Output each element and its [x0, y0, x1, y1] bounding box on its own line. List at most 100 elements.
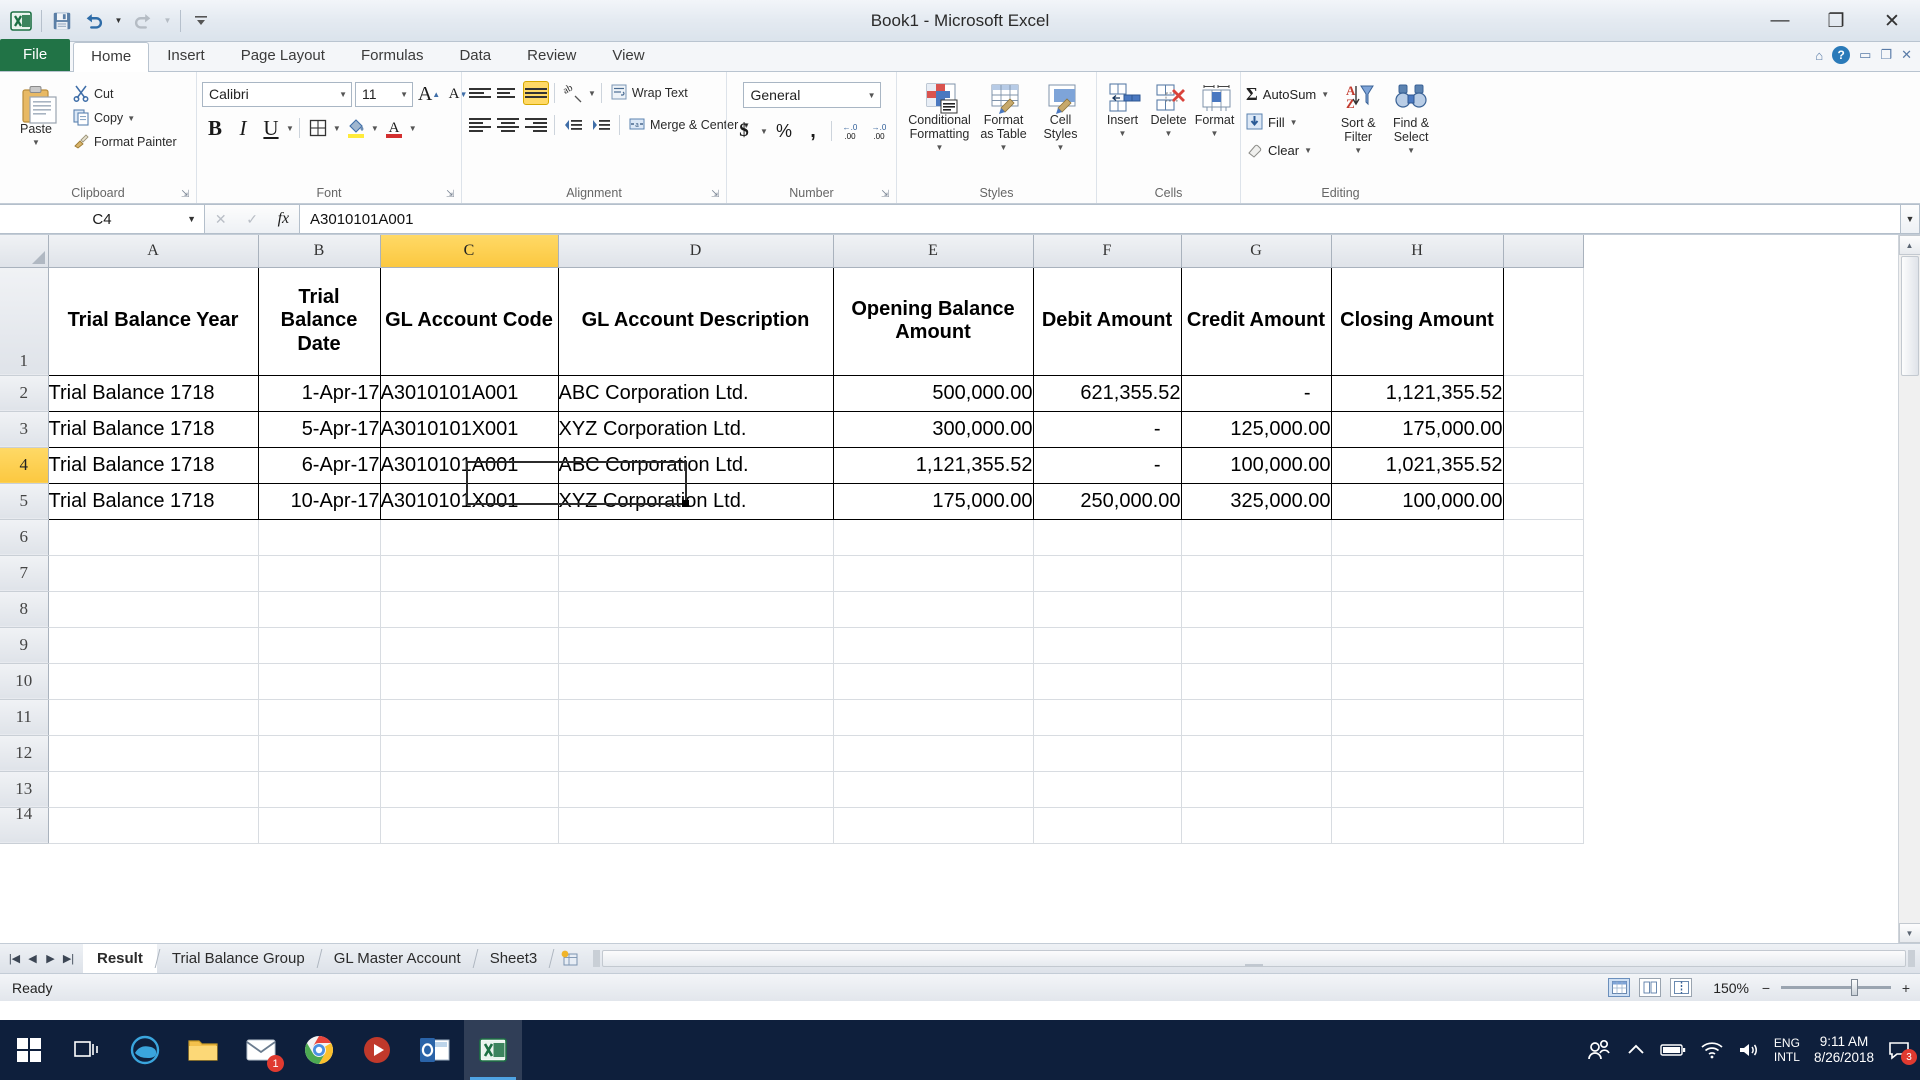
cell-b14[interactable]	[258, 807, 381, 844]
cell-b7[interactable]	[258, 555, 381, 592]
copy-button[interactable]: Copy ▼	[69, 106, 180, 130]
cell-d6[interactable]	[558, 519, 834, 556]
column-header-c[interactable]: C	[380, 235, 559, 268]
fill-dropdown-icon[interactable]: ▼	[1290, 118, 1298, 127]
close-button[interactable]: ✕	[1864, 0, 1920, 42]
cell-e4[interactable]: 1,121,355.52	[833, 446, 1034, 484]
help-icon[interactable]: ?	[1832, 46, 1851, 64]
cell-c7[interactable]	[380, 555, 559, 592]
fill-button[interactable]: Fill ▼	[1246, 110, 1329, 135]
battery-icon[interactable]	[1660, 1042, 1686, 1058]
find-select-dropdown-icon[interactable]: ▼	[1407, 144, 1415, 158]
cell-h1[interactable]: Closing Amount	[1331, 266, 1504, 376]
people-icon[interactable]	[1586, 1039, 1612, 1061]
cell-c9[interactable]	[380, 627, 559, 664]
align-right-icon[interactable]	[523, 113, 549, 137]
cell-h2[interactable]: 1,121,355.52	[1331, 374, 1504, 412]
name-box-dropdown-icon[interactable]: ▼	[187, 214, 196, 224]
cell-e5[interactable]: 175,000.00	[833, 482, 1034, 520]
decrease-decimal-icon[interactable]: →.0 .00	[866, 118, 892, 144]
cell-h14[interactable]	[1331, 807, 1504, 844]
row-header-14[interactable]: 14	[0, 805, 49, 844]
cell-d4[interactable]: ABC Corporation Ltd.	[558, 446, 834, 484]
cell-c5[interactable]: A3010101X001	[380, 482, 559, 520]
minimize-button[interactable]: —	[1752, 0, 1808, 42]
edge-icon[interactable]	[116, 1020, 174, 1080]
tab-view[interactable]: View	[594, 41, 662, 71]
clear-button[interactable]: Clear ▼	[1246, 138, 1329, 163]
align-top-icon[interactable]	[467, 81, 493, 105]
formula-input[interactable]: A3010101A001	[300, 204, 1900, 234]
bold-button[interactable]: B	[202, 115, 228, 141]
cell-a11[interactable]	[48, 699, 259, 736]
sheet-tab-trial-balance-group[interactable]: Trial Balance Group	[158, 944, 319, 973]
cell-e11[interactable]	[833, 699, 1034, 736]
sheet-tab-sheet3[interactable]: Sheet3	[476, 944, 552, 973]
restore-ribbon-icon[interactable]: ❐	[1880, 47, 1892, 63]
excel-icon[interactable]	[464, 1020, 522, 1080]
autosum-dropdown-icon[interactable]: ▼	[1321, 90, 1329, 99]
network-icon[interactable]	[1700, 1041, 1724, 1059]
cell-d8[interactable]	[558, 591, 834, 628]
cell-a8[interactable]	[48, 591, 259, 628]
page-layout-view-icon[interactable]	[1639, 978, 1661, 997]
clear-dropdown-icon[interactable]: ▼	[1304, 146, 1312, 155]
cell-f7[interactable]	[1033, 555, 1182, 592]
find-select-button[interactable]: Find & Select ▼	[1387, 80, 1435, 160]
cell-f1[interactable]: Debit Amount	[1033, 266, 1182, 376]
cell-b9[interactable]	[258, 627, 381, 664]
delete-cells-button[interactable]: Delete ▼	[1147, 80, 1191, 143]
cell-a1[interactable]: Trial Balance Year	[47, 266, 259, 376]
format-as-table-button[interactable]: Format as Table ▼	[975, 80, 1033, 157]
row-header-12[interactable]: 12	[0, 735, 49, 772]
last-sheet-icon[interactable]: ▶|	[60, 952, 77, 965]
zoom-out-button[interactable]: −	[1758, 980, 1774, 996]
number-format-dropdown-icon[interactable]: ▼	[868, 91, 876, 100]
align-left-icon[interactable]	[467, 113, 493, 137]
underline-dropdown-icon[interactable]: ▼	[286, 124, 294, 133]
cell-g1[interactable]: Credit Amount	[1181, 266, 1332, 376]
cell-i7[interactable]	[1503, 555, 1584, 592]
cell-b13[interactable]	[258, 771, 381, 808]
cell-f10[interactable]	[1033, 663, 1182, 700]
cell-d1[interactable]: GL Account Description	[558, 266, 834, 376]
zoom-track[interactable]	[1781, 979, 1891, 996]
sort-filter-button[interactable]: A Z Sort & Filter ▼	[1335, 80, 1381, 160]
tab-review[interactable]: Review	[509, 41, 594, 71]
cell-h8[interactable]	[1331, 591, 1504, 628]
cell-f8[interactable]	[1033, 591, 1182, 628]
row-header-3[interactable]: 3	[0, 411, 49, 448]
cell-e3[interactable]: 300,000.00	[833, 410, 1034, 448]
format-as-table-dropdown-icon[interactable]: ▼	[1000, 141, 1008, 155]
undo-icon[interactable]	[79, 6, 109, 36]
format-cells-dropdown-icon[interactable]: ▼	[1211, 127, 1219, 141]
wrap-text-button[interactable]: Wrap Text	[607, 81, 691, 105]
undo-dropdown-icon[interactable]: ▼	[111, 6, 126, 36]
increase-decimal-icon[interactable]: ←.0 .00	[837, 118, 863, 144]
maximize-restore-button[interactable]: ❐	[1808, 0, 1864, 42]
cell-c11[interactable]	[380, 699, 559, 736]
cell-i6[interactable]	[1503, 519, 1584, 556]
vertical-scrollbar[interactable]: ▲ ▼	[1898, 235, 1920, 943]
cell-g10[interactable]	[1181, 663, 1332, 700]
cell-i3[interactable]	[1503, 411, 1584, 448]
format-cells-button[interactable]: Format ▼	[1193, 80, 1237, 143]
cell-h10[interactable]	[1331, 663, 1504, 700]
redo-icon[interactable]	[128, 6, 158, 36]
volume-icon[interactable]	[1738, 1041, 1760, 1059]
horizontal-split-handle[interactable]	[1908, 950, 1915, 967]
cell-f14[interactable]	[1033, 807, 1182, 844]
cell-h9[interactable]	[1331, 627, 1504, 664]
row-header-10[interactable]: 10	[0, 663, 49, 700]
cell-f11[interactable]	[1033, 699, 1182, 736]
cell-d9[interactable]	[558, 627, 834, 664]
autosum-button[interactable]: Σ AutoSum ▼	[1246, 82, 1329, 107]
cell-i5[interactable]	[1503, 483, 1584, 520]
cell-f12[interactable]	[1033, 735, 1182, 772]
scroll-down-icon[interactable]: ▼	[1898, 923, 1920, 943]
row-header-9[interactable]: 9	[0, 627, 49, 664]
cell-h13[interactable]	[1331, 771, 1504, 808]
cell-h11[interactable]	[1331, 699, 1504, 736]
font-name-input[interactable]: Calibri ▼	[202, 81, 352, 107]
cell-e6[interactable]	[833, 519, 1034, 556]
